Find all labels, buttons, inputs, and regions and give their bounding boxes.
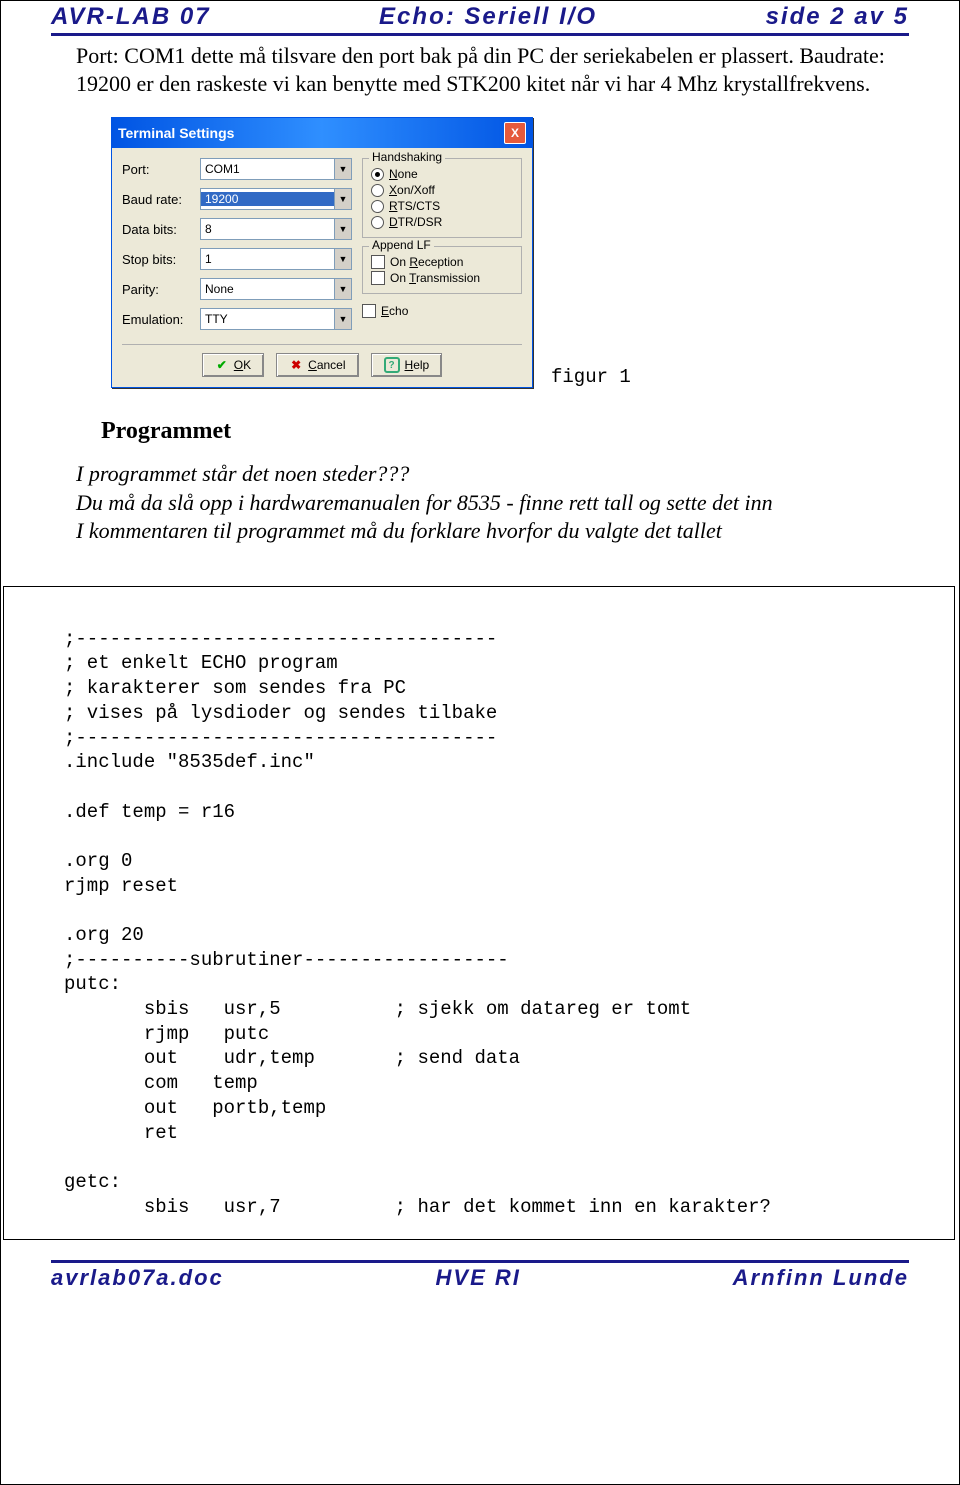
chevron-down-icon[interactable]: ▼: [334, 279, 351, 299]
checkbox-icon: [371, 255, 385, 269]
radio-icon: [371, 216, 384, 229]
dialog-title: Terminal Settings: [118, 125, 234, 141]
baud-combo[interactable]: 19200 ▼: [200, 188, 352, 210]
chevron-down-icon[interactable]: ▼: [334, 309, 351, 329]
footer-right: Arnfinn Lunde: [733, 1265, 909, 1291]
ok-button[interactable]: ✔ OK: [202, 353, 264, 377]
note-line-1: I programmet står det noen steder???: [76, 460, 909, 489]
help-button[interactable]: ? Help: [371, 353, 443, 377]
help-icon: ?: [384, 357, 400, 373]
cancel-button[interactable]: ✖ Cancel: [276, 353, 358, 377]
chevron-down-icon[interactable]: ▼: [334, 189, 351, 209]
hs-dtr-radio[interactable]: DTR/DSR: [371, 215, 513, 229]
echo-check[interactable]: Echo: [362, 304, 522, 318]
checkbox-icon: [371, 271, 385, 285]
footer-center: HVE RI: [436, 1265, 521, 1291]
parity-value: None: [201, 282, 334, 296]
lf-transmission-check[interactable]: On Transmission: [371, 271, 513, 285]
handshaking-group: Handshaking None Xon/Xoff: [362, 158, 522, 238]
section-heading: Programmet: [101, 418, 909, 445]
parity-label: Parity:: [122, 282, 200, 297]
terminal-settings-dialog: Terminal Settings X Port: COM1 ▼: [111, 117, 533, 388]
header-center: Echo: Seriell I/O: [379, 3, 597, 31]
appendlf-legend: Append LF: [369, 238, 434, 252]
parity-combo[interactable]: None ▼: [200, 278, 352, 300]
hs-rts-radio[interactable]: RTS/CTS: [371, 199, 513, 213]
port-label: Port:: [122, 162, 200, 177]
stopbits-combo[interactable]: 1 ▼: [200, 248, 352, 270]
hs-xon-radio[interactable]: Xon/Xoff: [371, 183, 513, 197]
appendlf-group: Append LF On Reception On Transmission: [362, 246, 522, 294]
figure-caption: figur 1: [551, 366, 631, 388]
checkbox-icon: [362, 304, 376, 318]
header-right: side 2 av 5: [766, 3, 909, 31]
page-footer: avrlab07a.doc HVE RI Arnfinn Lunde: [51, 1263, 909, 1293]
check-icon: ✔: [215, 358, 229, 372]
footer-left: avrlab07a.doc: [51, 1265, 224, 1291]
port-value: COM1: [201, 162, 334, 176]
radio-icon: [371, 200, 384, 213]
close-icon: ✖: [289, 358, 303, 372]
dialog-titlebar[interactable]: Terminal Settings X: [112, 118, 532, 148]
header-left: AVR-LAB 07: [51, 3, 211, 31]
header-rule: [51, 33, 909, 36]
emulation-label: Emulation:: [122, 312, 200, 327]
radio-icon: [371, 184, 384, 197]
databits-combo[interactable]: 8 ▼: [200, 218, 352, 240]
stopbits-label: Stop bits:: [122, 252, 200, 267]
port-combo[interactable]: COM1 ▼: [200, 158, 352, 180]
hs-none-radio[interactable]: None: [371, 167, 513, 181]
note-line-3: I kommentaren til programmet må du forkl…: [76, 517, 909, 546]
chevron-down-icon[interactable]: ▼: [334, 159, 351, 179]
page: AVR-LAB 07 Echo: Seriell I/O side 2 av 5…: [0, 0, 960, 1485]
intro-paragraph: Port: COM1 dette må tilsvare den port ba…: [76, 42, 909, 97]
databits-label: Data bits:: [122, 222, 200, 237]
databits-value: 8: [201, 222, 334, 236]
chevron-down-icon[interactable]: ▼: [334, 249, 351, 269]
dialog-buttons: ✔ OK ✖ Cancel ? Help: [122, 344, 522, 377]
figure-1: Terminal Settings X Port: COM1 ▼: [111, 117, 909, 388]
emulation-combo[interactable]: TTY ▼: [200, 308, 352, 330]
baud-value: 19200: [201, 192, 334, 206]
dialog-body: Port: COM1 ▼ Baud rate: 19200 ▼: [112, 148, 532, 387]
close-icon[interactable]: X: [504, 122, 526, 144]
radio-icon: [371, 168, 384, 181]
stopbits-value: 1: [201, 252, 334, 266]
lf-reception-check[interactable]: On Reception: [371, 255, 513, 269]
emulation-value: TTY: [201, 312, 334, 326]
note-line-2: Du må da slå opp i hardwaremanualen for …: [76, 489, 909, 518]
baud-label: Baud rate:: [122, 192, 200, 207]
chevron-down-icon[interactable]: ▼: [334, 219, 351, 239]
code-listing: ;------------------------------------- ;…: [3, 586, 955, 1241]
page-header: AVR-LAB 07 Echo: Seriell I/O side 2 av 5: [51, 1, 909, 33]
handshaking-legend: Handshaking: [369, 150, 445, 164]
